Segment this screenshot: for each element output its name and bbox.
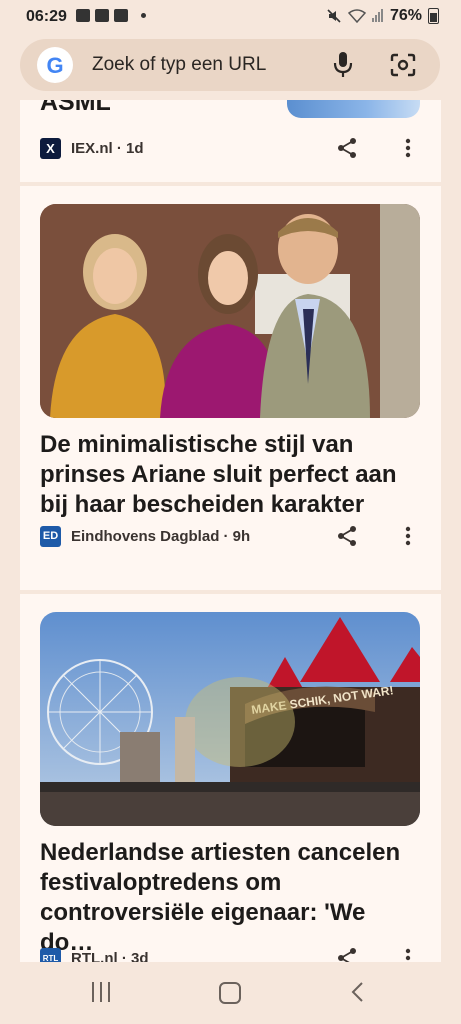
google-logo-icon[interactable]: G — [37, 47, 73, 83]
mute-icon — [327, 9, 341, 23]
article-title[interactable]: ASML — [40, 100, 111, 117]
source-label: IEX.nl · 1d — [71, 139, 144, 157]
wifi-icon — [347, 9, 366, 23]
back-icon[interactable] — [350, 981, 364, 1003]
mail-notification-icon — [95, 9, 109, 22]
more-options-icon[interactable] — [405, 948, 411, 962]
news-card[interactable]: De minimalistische stijl van prinses Ari… — [20, 186, 441, 590]
status-bar: 06:29 76% — [0, 0, 461, 34]
share-icon[interactable] — [336, 525, 358, 547]
news-feed[interactable]: ASML X IEX.nl · 1d De minimalistische st… — [20, 100, 441, 962]
battery-icon — [428, 8, 439, 24]
rtl-logo-icon: RTL — [40, 947, 61, 962]
article-image[interactable]: MAKE SCHIK, NOT WAR! — [40, 612, 420, 826]
home-icon[interactable] — [219, 982, 241, 1004]
google-logo-letter: G — [46, 53, 64, 78]
eindhovens-dagblad-logo-icon: ED — [40, 525, 61, 547]
source-row: ED Eindhovens Dagblad · 9h — [40, 524, 250, 548]
search-input[interactable]: Zoek of typ een URL — [92, 54, 266, 76]
search-url-bar[interactable]: G Zoek of typ een URL — [20, 39, 440, 91]
source-row: X IEX.nl · 1d — [40, 136, 144, 160]
source-label: RTL.nl · 3d — [71, 949, 149, 963]
microphone-icon[interactable] — [332, 51, 354, 79]
google-lens-icon[interactable] — [390, 53, 416, 77]
battery-percentage: 76% — [389, 7, 422, 24]
more-options-icon[interactable] — [405, 526, 411, 546]
share-icon[interactable] — [336, 947, 358, 962]
article-thumbnail[interactable] — [287, 100, 420, 118]
more-notifications-icon — [141, 13, 146, 18]
mail-notification-icon-2 — [114, 9, 128, 22]
source-label: Eindhovens Dagblad · 9h — [71, 527, 251, 545]
status-time: 06:29 — [26, 8, 67, 25]
more-options-icon[interactable] — [405, 138, 411, 158]
recent-apps-icon[interactable] — [92, 982, 110, 1002]
news-card[interactable]: MAKE SCHIK, NOT WAR! Nederlandse artiest… — [20, 594, 441, 962]
article-image[interactable] — [40, 204, 420, 418]
notification-icons — [76, 9, 146, 22]
article-title[interactable]: De minimalistische stijl van prinses Ari… — [40, 430, 425, 520]
system-icons: 76% — [326, 7, 439, 25]
news-card[interactable]: ASML X IEX.nl · 1d — [20, 100, 441, 182]
article-title[interactable]: Nederlandse artiesten cancelen festivalo… — [40, 838, 425, 958]
system-navigation-bar — [0, 962, 461, 1024]
gallery-notification-icon — [76, 9, 90, 22]
share-icon[interactable] — [336, 137, 358, 159]
signal-icon — [371, 9, 383, 22]
source-row: RTL RTL.nl · 3d — [40, 946, 149, 962]
iex-logo-icon: X — [40, 137, 61, 159]
